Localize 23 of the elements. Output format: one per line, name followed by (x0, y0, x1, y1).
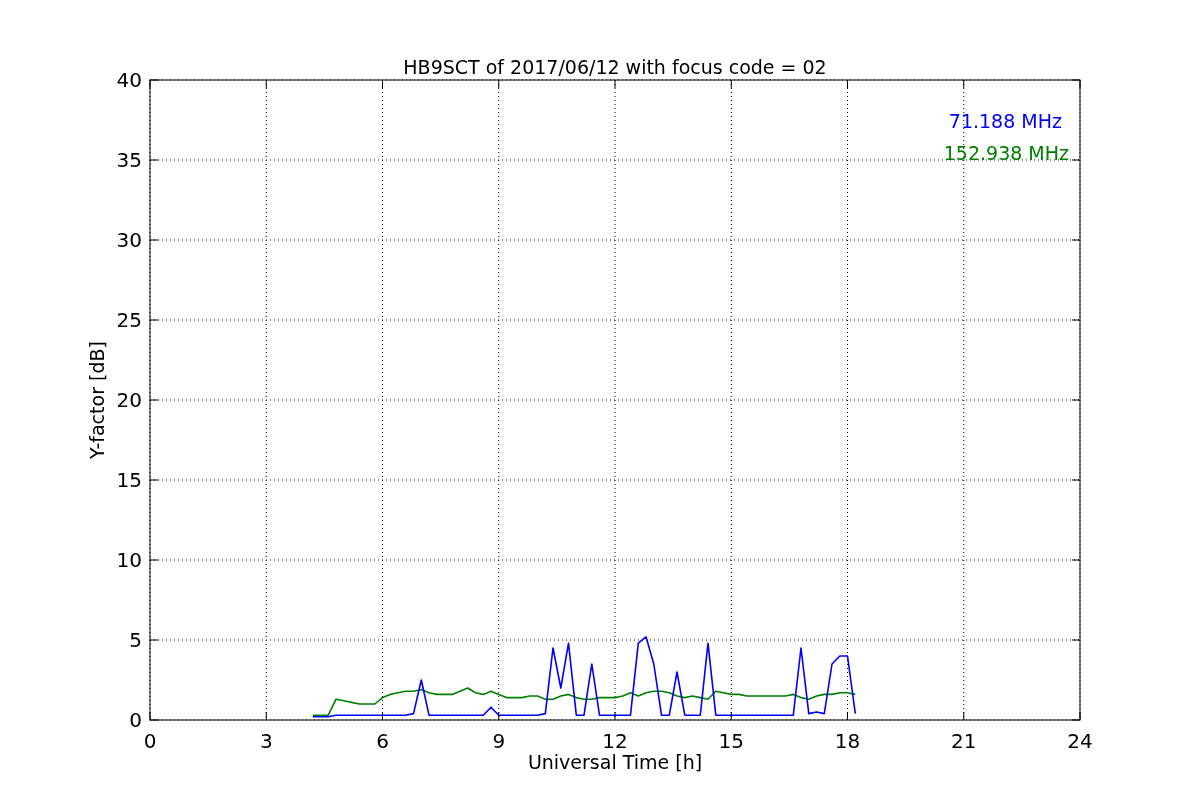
x-tick-label: 21 (951, 729, 977, 753)
y-tick-label: 30 (116, 228, 142, 252)
x-tick-label: 6 (376, 729, 389, 753)
y-tick-label: 10 (116, 548, 142, 572)
y-tick-label: 15 (116, 468, 142, 492)
x-tick-label: 24 (1067, 729, 1093, 753)
y-tick-label: 0 (129, 708, 142, 732)
y-tick-label: 35 (116, 148, 142, 172)
x-tick-label: 18 (834, 729, 861, 753)
x-tick-label: 9 (492, 729, 506, 753)
y-tick-label: 40 (116, 68, 142, 92)
x-tick-label: 15 (718, 729, 744, 753)
x-tick-label: 3 (259, 729, 273, 753)
x-tick-label: 0 (143, 729, 157, 753)
y-axis-label: Y-factor [dB] (86, 341, 108, 459)
legend-label: 71.188 MHz (948, 110, 1062, 132)
y-tick-label: 25 (116, 308, 142, 332)
x-axis-label: Universal Time [h] (527, 751, 703, 773)
y-tick-label: 5 (129, 628, 142, 652)
legend-label: 152.938 MHz (943, 142, 1069, 164)
x-tick-label: 12 (602, 729, 628, 753)
y-tick-label: 20 (116, 388, 142, 412)
chart-title: HB9SCT of 2017/06/12 with focus code = 02 (403, 56, 827, 78)
